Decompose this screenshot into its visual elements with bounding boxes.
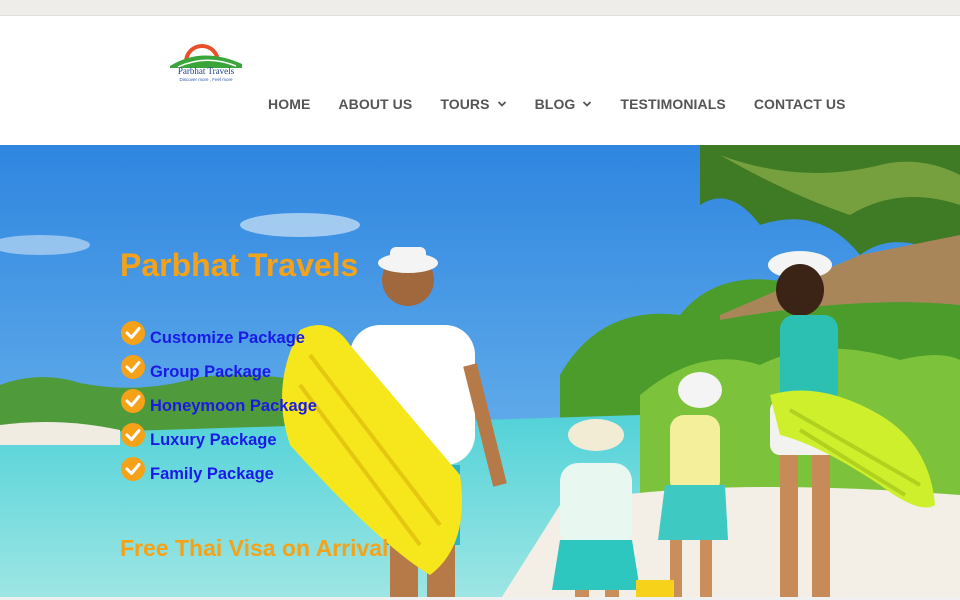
logo-tagline: Discover more , Feel more: [179, 77, 233, 82]
package-item-customize[interactable]: Customize Package: [120, 321, 317, 355]
package-item-family[interactable]: Family Package: [120, 457, 317, 491]
nav-testimonials-label: TESTIMONIALS: [620, 96, 726, 112]
chevron-down-icon: [583, 101, 592, 107]
site-logo[interactable]: Parbhat Travels Discover more , Feel mor…: [164, 36, 244, 84]
site-header: Parbhat Travels Discover more , Feel mor…: [0, 16, 960, 145]
check-circle-icon: [121, 389, 145, 413]
nav-home-label: HOME: [268, 96, 311, 112]
visa-offer-text: Free Thai Visa on Arrival: [120, 535, 389, 561]
nav-testimonials[interactable]: TESTIMONIALS: [620, 96, 725, 112]
main-nav: HOME ABOUT US TOURS BLOG TESTIMONIALS CO…: [268, 96, 846, 112]
nav-tours[interactable]: TOURS: [440, 96, 506, 112]
nav-blog-label: BLOG: [534, 96, 576, 112]
check-circle-icon: [121, 423, 145, 447]
nav-about-us[interactable]: ABOUT US: [338, 96, 412, 112]
chevron-down-icon: [497, 101, 506, 107]
package-label: Family Package: [150, 464, 274, 483]
check-circle-icon: [121, 457, 145, 481]
hero-title: Parbhat Travels: [120, 247, 359, 283]
package-label: Honeymoon Package: [150, 396, 317, 415]
package-list: Customize Package Group Package Honeymoo…: [120, 321, 317, 491]
logo-sun-icon: [170, 44, 242, 68]
nav-contact-us-label: CONTACT US: [753, 96, 846, 112]
top-bar: [0, 0, 960, 16]
package-item-luxury[interactable]: Luxury Package: [120, 423, 317, 457]
nav-home[interactable]: HOME: [268, 96, 310, 112]
package-label: Customize Package: [150, 328, 305, 347]
package-label: Luxury Package: [150, 430, 277, 449]
package-item-group[interactable]: Group Package: [120, 355, 317, 389]
nav-contact-us[interactable]: CONTACT US: [754, 96, 846, 112]
logo-brand-text: Parbhat Travels: [177, 66, 235, 76]
nav-about-us-label: ABOUT US: [338, 96, 413, 112]
hero-banner: Parbhat Travels Customize Package Group …: [0, 145, 960, 600]
nav-tours-label: TOURS: [440, 96, 490, 112]
package-item-honeymoon[interactable]: Honeymoon Package: [120, 389, 317, 423]
nav-blog[interactable]: BLOG: [535, 96, 593, 112]
check-circle-icon: [121, 321, 145, 345]
check-circle-icon: [121, 355, 145, 379]
package-label: Group Package: [150, 362, 272, 381]
